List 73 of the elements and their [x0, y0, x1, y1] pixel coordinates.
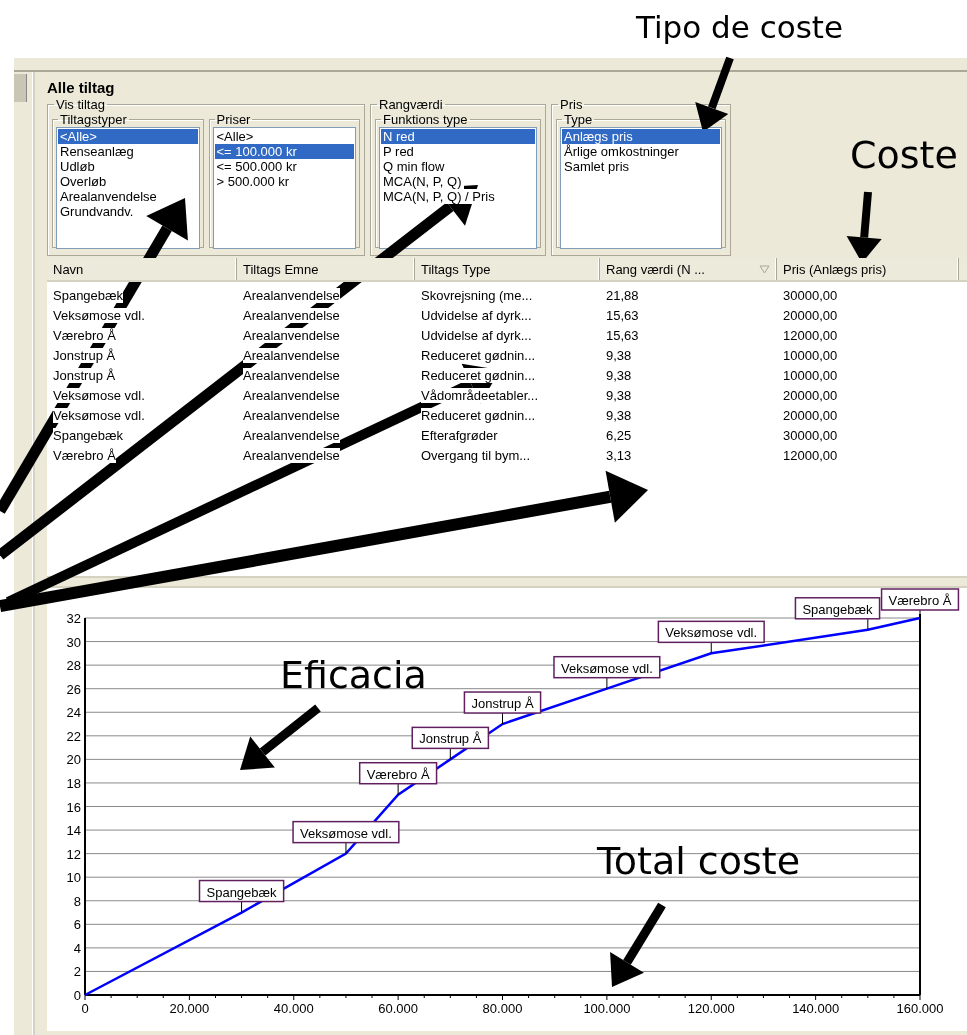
table-cell: Reduceret gødnin... — [421, 407, 536, 423]
axis-tick-label: 100.000 — [583, 1001, 631, 1016]
table-cell: Veksømose vdl. — [53, 387, 145, 403]
annotation: Spangebæk — [206, 884, 278, 900]
table-cell: Arealanvendelse — [243, 447, 340, 463]
axis-tick-label: 2 — [73, 964, 81, 980]
annotation-text: Coste — [850, 136, 958, 174]
group-title: Vis tiltag — [55, 97, 106, 112]
axis-tick-label: 20.000 — [169, 1001, 210, 1016]
annotation-text: Eficacia — [280, 656, 427, 694]
point-label: Veksømose vdl. — [292, 820, 400, 844]
table-cell: Arealanvendelse — [243, 287, 340, 303]
point-label: Spangebæk — [198, 879, 285, 903]
axis-tick-label: 30 — [66, 634, 81, 650]
axis-tick-label: 160.000 — [896, 1001, 944, 1016]
axis-tick-label: 140.000 — [792, 1001, 840, 1016]
table-cell: Vådområdeetabler... — [421, 387, 539, 403]
annotation: Spangebæk — [802, 601, 874, 617]
annotation: Værebro Å — [888, 593, 952, 608]
annotation: Værebro Å — [366, 766, 430, 782]
axis-tick-label: 0 — [81, 1001, 89, 1016]
annotation-text: Total coste — [597, 842, 801, 880]
axis-tick-label: 0 — [73, 988, 81, 1003]
annotation: Veksømose vdl. — [665, 625, 758, 641]
table-cell: Reduceret gødnin... — [421, 367, 536, 383]
axis-tick-label: 24 — [66, 705, 81, 721]
group-title: Funktions type — [382, 112, 469, 127]
table-cell: Arealanvendelse — [243, 327, 340, 343]
annotation-text: Tipo de coste — [636, 12, 844, 43]
axis-tick-label: 32 — [66, 611, 81, 626]
annotation: Jonstrup Å — [471, 696, 534, 712]
axis-tick-label: 120.000 — [687, 1001, 735, 1016]
axis-tick-label: 8 — [73, 893, 81, 909]
group-title: Rangværdi — [378, 97, 444, 112]
axis-tick-label: 4 — [73, 940, 81, 956]
axis-tick-label: 40.000 — [273, 1001, 314, 1016]
axis-tick-label: 20 — [66, 752, 81, 768]
point-label: Spangebæk — [794, 597, 881, 620]
point-label: Jonstrup Å — [463, 691, 542, 714]
axis-tick-label: 80.000 — [482, 1001, 523, 1016]
group-title: Priser — [215, 112, 252, 127]
table-cell: Veksømose vdl. — [53, 307, 145, 323]
table-cell: Arealanvendelse — [243, 347, 340, 363]
point-label: Jonstrup Å — [411, 726, 490, 750]
table-cell: Jonstrup Å — [53, 367, 116, 383]
table-cell: Værebro Å — [53, 447, 116, 463]
table-cell: Værebro Å — [53, 327, 116, 343]
table-cell: Spangebæk — [53, 427, 124, 443]
axis-tick-label: 60.000 — [378, 1001, 418, 1016]
axis-tick-label: 6 — [73, 917, 81, 933]
annotation: Veksømose vdl. — [300, 825, 392, 841]
point-label: Veksømose vdl. — [657, 620, 765, 644]
point-label: Værebro Å — [880, 588, 960, 611]
point-label: Værebro Å — [358, 761, 438, 785]
table-cell: Arealanvendelse — [243, 367, 340, 383]
group-title: Tiltagstyper — [59, 112, 128, 127]
point-label: Veksømose vdl. — [553, 655, 661, 679]
axis-tick-label: 22 — [66, 728, 81, 744]
panel-title: Alle tiltag — [47, 80, 116, 97]
axis-tick-label: 14 — [66, 823, 81, 839]
table-cell: Arealanvendelse — [243, 307, 340, 323]
table-cell: Veksømose vdl. — [53, 407, 145, 423]
table-cell: Jonstrup Å — [53, 347, 116, 363]
annotation: Veksømose vdl. — [560, 660, 653, 676]
annotation: Jonstrup Å — [419, 731, 482, 747]
axis-tick-label: 12 — [66, 846, 81, 862]
axis-tick-label: 16 — [66, 799, 81, 815]
axis-tick-label: 28 — [66, 658, 81, 674]
group-title: Type — [563, 112, 594, 127]
axis-tick-label: 10 — [66, 870, 81, 886]
axis-tick-label: 26 — [66, 681, 81, 697]
axis-tick-label: 18 — [66, 775, 81, 791]
group-title: Pris — [559, 97, 584, 112]
